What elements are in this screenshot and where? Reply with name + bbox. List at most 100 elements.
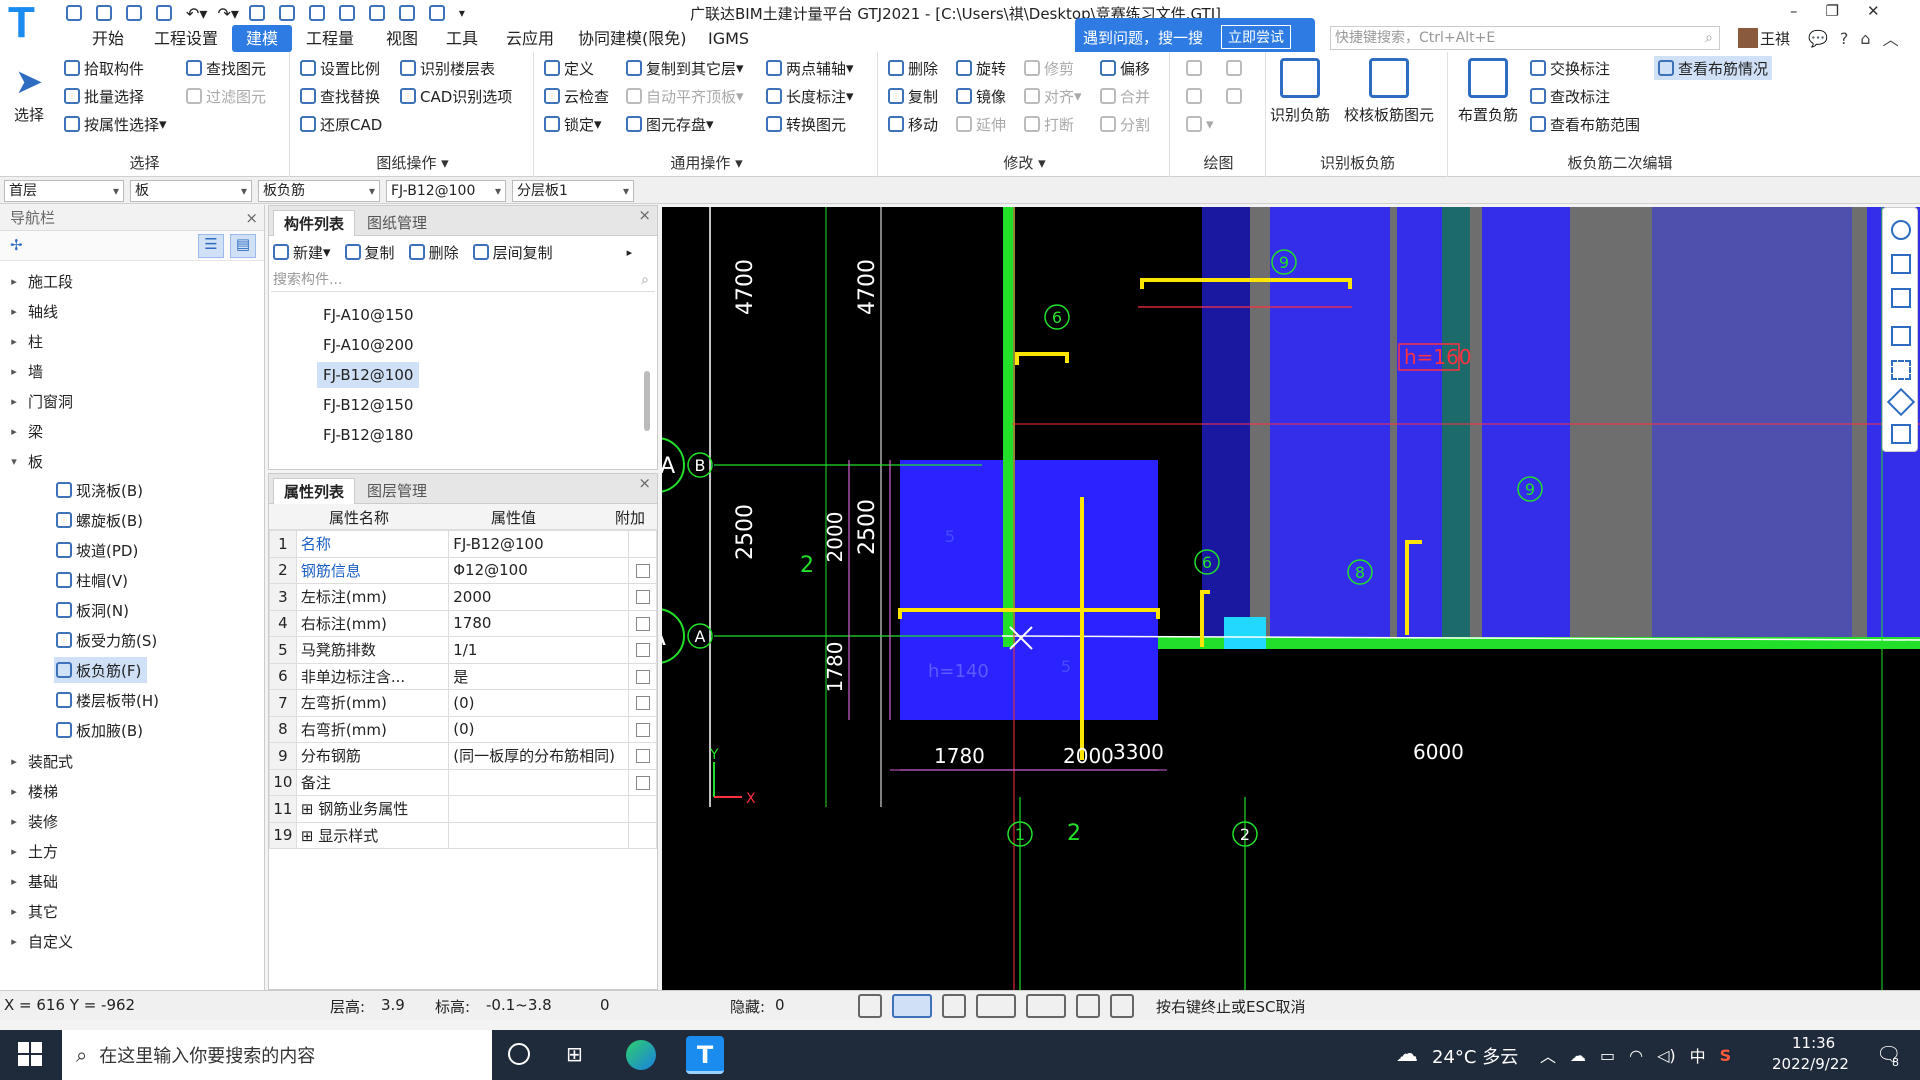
offset-button[interactable]: 偏移: [1100, 56, 1150, 80]
property-value[interactable]: FJ-B12@100: [448, 530, 630, 558]
menu-tab-3[interactable]: 工程量: [292, 25, 368, 52]
draw-line-tool[interactable]: [1186, 84, 1206, 108]
copy-component-button[interactable]: 复制: [344, 242, 395, 263]
view-3d-globe-icon[interactable]: [1891, 220, 1911, 240]
calc-icon[interactable]: [278, 5, 295, 21]
select-button[interactable]: ➤ 选择: [14, 60, 44, 125]
list-view-icon[interactable]: ☰: [198, 234, 224, 258]
edit-icon[interactable]: [368, 5, 385, 21]
detail-view-icon[interactable]: ▤: [230, 234, 256, 258]
copy-button[interactable]: 复制: [888, 84, 938, 108]
weather-icon[interactable]: ☁: [1396, 1042, 1418, 1067]
component-select[interactable]: FJ-B12@100: [386, 180, 506, 202]
element-save-button[interactable]: 图元存盘 ▾: [626, 112, 714, 136]
sidebar-item-3[interactable]: ▸ 墙: [0, 357, 43, 385]
edge-browser-icon[interactable]: [626, 1040, 656, 1070]
delete-component-button[interactable]: 删除: [408, 242, 459, 263]
category-select[interactable]: 板: [130, 180, 252, 202]
sidebar-item-1[interactable]: ▸ 轴线: [0, 297, 58, 325]
property-row[interactable]: 8 右弯折(mm) (0): [269, 715, 657, 743]
property-value[interactable]: 是: [448, 662, 630, 690]
attach-checkbox[interactable]: [635, 669, 650, 684]
rect-select-icon[interactable]: [892, 994, 932, 1018]
menu-tab-2[interactable]: 建模: [232, 25, 293, 52]
view-rebar-status-button[interactable]: 查看布筋情况: [1654, 56, 1773, 80]
menu-tab-8[interactable]: IGMS: [694, 25, 763, 52]
film-icon[interactable]: [398, 5, 415, 21]
delete-button[interactable]: 删除: [888, 56, 938, 80]
property-value[interactable]: Φ12@100: [448, 556, 630, 584]
chevron-right-icon[interactable]: ▸: [0, 275, 28, 288]
chat-icon[interactable]: 💬: [1808, 29, 1828, 48]
property-row[interactable]: 6 非单边标注含... 是: [269, 662, 657, 690]
chevron-right-icon[interactable]: ▸: [0, 935, 28, 948]
collapse-ribbon-icon[interactable]: ︿: [1883, 26, 1899, 50]
property-row[interactable]: 4 右标注(mm) 1780: [269, 609, 657, 637]
property-value[interactable]: [448, 768, 630, 796]
restore-cad-button[interactable]: 还原CAD: [300, 112, 382, 136]
sidebar-subitem-4[interactable]: 板洞(N): [54, 597, 135, 623]
restore-icon[interactable]: ❐: [1826, 2, 1839, 20]
undo-icon[interactable]: ↶▾: [186, 4, 207, 23]
open-folder-icon[interactable]: [126, 5, 142, 21]
cad-identify-options-button[interactable]: CAD识别选项: [400, 84, 512, 108]
expand-icon[interactable]: ⊞: [301, 827, 318, 845]
identify-floor-table-button[interactable]: 识别楼层表: [400, 56, 495, 80]
menu-tab-0[interactable]: 开始: [78, 25, 138, 52]
chevron-right-icon[interactable]: ▸: [0, 815, 28, 828]
view-cube-icon[interactable]: [1891, 326, 1911, 346]
attach-checkbox[interactable]: [635, 616, 650, 631]
sidebar-subitem-8[interactable]: 板加腋(B): [54, 717, 149, 743]
split-button[interactable]: 分割: [1100, 112, 1150, 136]
view-rebar-range-button[interactable]: 查看布筋范围: [1530, 112, 1640, 136]
weather-text[interactable]: 24°C 多云: [1432, 1043, 1518, 1069]
multitask-icon[interactable]: ⊞: [566, 1042, 583, 1066]
wps-icon[interactable]: S: [1720, 1046, 1732, 1065]
pin-icon[interactable]: ✢: [10, 236, 23, 254]
menu-tab-5[interactable]: 工具: [432, 25, 492, 52]
copy-to-other-floor-button[interactable]: 复制到其它层 ▾: [626, 56, 744, 80]
attach-checkbox[interactable]: [635, 643, 650, 658]
sum-icon[interactable]: [248, 5, 265, 21]
type-select[interactable]: 板负筋: [258, 180, 380, 202]
sidebar-subitem-1[interactable]: 螺旋板(B): [54, 507, 149, 533]
draw-point-tool[interactable]: [1186, 56, 1206, 80]
snap-point-icon[interactable]: [1026, 994, 1066, 1018]
component-search-input[interactable]: 搜索构件... ⌕: [271, 268, 655, 292]
chevron-right-icon[interactable]: ▸: [0, 335, 28, 348]
clock-time[interactable]: 11:36: [1792, 1034, 1835, 1052]
chevron-right-icon[interactable]: ▸: [0, 395, 28, 408]
table-icon[interactable]: [308, 5, 325, 21]
report-icon[interactable]: [1891, 424, 1911, 444]
sidebar-subitem-6[interactable]: 板负筋(F): [54, 657, 148, 683]
chevron-right-icon[interactable]: ▸: [0, 905, 28, 918]
component-item[interactable]: FJ-A10@150: [317, 302, 420, 328]
attach-checkbox[interactable]: [635, 696, 650, 711]
sidebar-subitem-3[interactable]: 柱帽(V): [54, 567, 134, 593]
attach-checkbox[interactable]: [635, 722, 650, 737]
ime-indicator[interactable]: 中: [1690, 1043, 1706, 1067]
chevron-down-icon[interactable]: ▾: [0, 455, 28, 468]
sidebar-item-4[interactable]: ▸ 门窗洞: [0, 387, 73, 415]
ortho-icon[interactable]: [858, 994, 882, 1018]
tab-property-list[interactable]: 属性列表: [273, 478, 356, 504]
convert-element-button[interactable]: 转换图元: [766, 112, 846, 136]
property-value[interactable]: [448, 821, 630, 849]
pick-component-button[interactable]: 拾取构件: [64, 56, 144, 80]
minimize-icon[interactable]: –: [1790, 2, 1798, 20]
property-row[interactable]: 5 马凳筋排数 1/1: [269, 636, 657, 664]
menu-tab-7[interactable]: 协同建模(限免): [564, 25, 701, 52]
clock-date[interactable]: 2022/9/22: [1772, 1055, 1849, 1073]
attach-checkbox[interactable]: [635, 749, 650, 764]
sidebar-item-10[interactable]: ▸ 土方: [0, 837, 58, 865]
sidebar-item-5[interactable]: ▸ 梁: [0, 417, 43, 445]
swap-label-button[interactable]: 交换标注: [1530, 56, 1610, 80]
property-row[interactable]: 3 左标注(mm) 2000: [269, 583, 657, 611]
view-box-icon[interactable]: [1891, 288, 1911, 308]
select-by-attr-button[interactable]: 按属性选择 ▾: [64, 112, 167, 136]
set-scale-button[interactable]: 设置比例: [300, 56, 380, 80]
menu-tab-6[interactable]: 云应用: [492, 25, 568, 52]
break-button[interactable]: 打断: [1024, 112, 1074, 136]
screen-icon[interactable]: [1076, 994, 1100, 1018]
property-value[interactable]: (0): [448, 689, 630, 717]
